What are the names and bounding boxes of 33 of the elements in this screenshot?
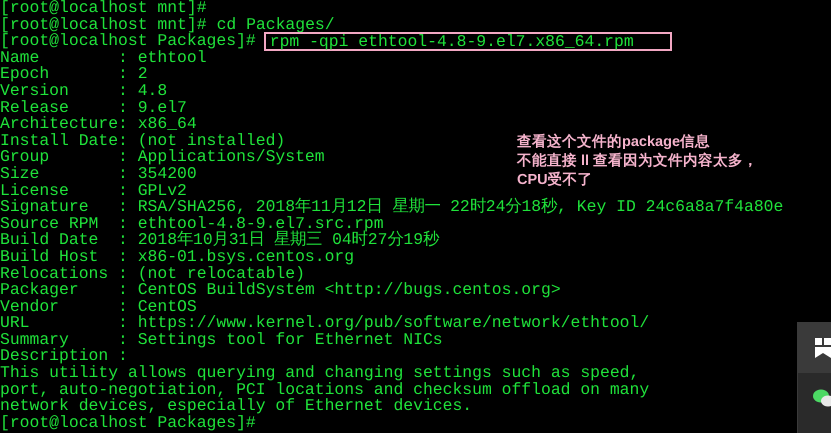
output-line: Group : Applications/System [0,149,325,166]
output-line: URL : https://www.kernel.org/pub/software/network/ethtool/ [0,315,650,332]
shell-prompt: [root@localhost mnt]# [0,0,207,17]
output-line: Packager : CentOS BuildSystem <http://bugs.centos.org> [0,282,561,299]
annotation-text: 不能直接 ll 查看因为文件内容太多， [517,152,758,171]
output-line: Signature : RSA/SHA256, 2018年11月12日 星期一 22时24分18秒, Key ID 24c6a8a7f4a80e [0,199,784,216]
annotation-text: 查看这个文件的package信息 [517,133,712,152]
shell-prompt: [root@localhost mnt]# [0,16,207,34]
output-line: Name : ethtool [0,50,207,66]
output-line: License : GPLv2 [0,182,187,200]
output-line: Version : 4.8 [0,82,168,100]
output-line: Size : 354200 [0,166,197,183]
output-line: Source RPM : ethtool-4.8-9.el7.src.rpm [0,216,384,232]
output-line: Install Date: (not installed) [0,132,286,150]
output-line: port, auto-negotiation, PCI locations and checksum offload on many [0,382,650,398]
output-line: Summary : Settings tool for Ethernet NICs [0,332,443,348]
output-line: Release : 9.el7 [0,100,187,116]
output-line: Description : [0,348,128,366]
bookmark-grid-icon[interactable] [815,338,831,358]
shell-prompt: [root@localhost Packages]# [0,33,256,50]
output-line: Epoch : 2 [0,66,148,83]
output-line: Architecture: x86_64 [0,116,197,133]
output-line: Build Host : x86-01.bsys.centos.org [0,248,354,266]
output-line: network devices, especially of Ethernet devices. [0,398,472,415]
command-text: rpm -qpi ethtool-4.8-9.el7.x86_64.rpm [264,32,672,51]
output-line: Build Date : 2018年10月31日 星期三 04时27分19秒 [0,232,440,249]
chat-bubbles-icon[interactable] [813,389,831,407]
output-line: This utility allows querying and changing settings such as speed, [0,365,640,382]
annotation-text: CPU受不了 [517,171,594,190]
output-line: Relocations : (not relocatable) [0,266,305,282]
shell-prompt: [root@localhost Packages]# [0,414,256,432]
output-line: Vendor : CentOS [0,298,197,316]
command-text: cd Packages/ [216,16,335,34]
